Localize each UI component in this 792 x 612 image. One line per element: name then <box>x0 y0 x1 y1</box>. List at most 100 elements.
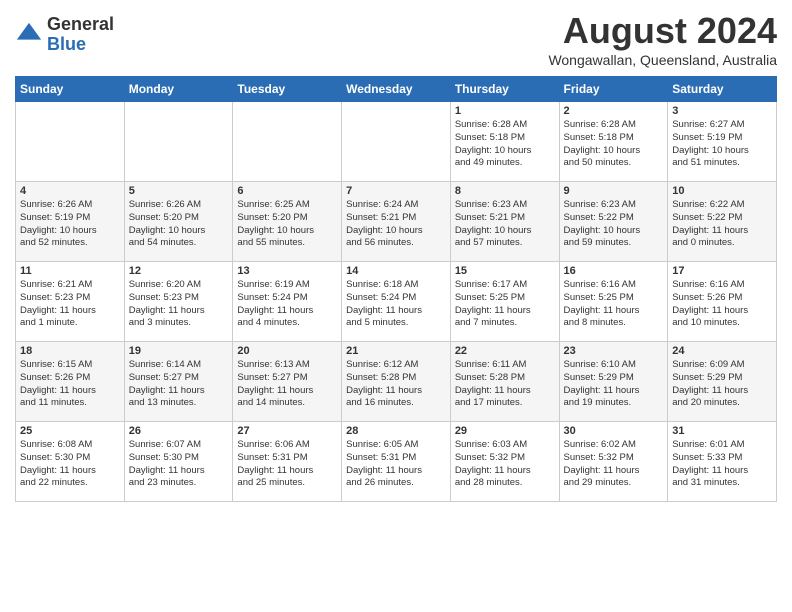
day-number: 25 <box>20 425 120 437</box>
day-number: 7 <box>346 185 446 197</box>
day-info: Sunrise: 6:25 AM Sunset: 5:20 PM Dayligh… <box>237 199 337 250</box>
calendar-week-row: 11 Sunrise: 6:21 AM Sunset: 5:23 PM Dayli… <box>16 262 777 342</box>
day-number: 12 <box>129 265 229 277</box>
day-info: Sunrise: 6:27 AM Sunset: 5:19 PM Dayligh… <box>672 119 772 170</box>
day-info: Sunrise: 6:14 AM Sunset: 5:27 PM Dayligh… <box>129 359 229 410</box>
day-info: Sunrise: 6:21 AM Sunset: 5:23 PM Dayligh… <box>20 279 120 330</box>
day-info: Sunrise: 6:13 AM Sunset: 5:27 PM Dayligh… <box>237 359 337 410</box>
day-info: Sunrise: 6:11 AM Sunset: 5:28 PM Dayligh… <box>455 359 555 410</box>
calendar-cell: 5Sunrise: 6:26 AM Sunset: 5:20 PM Daylig… <box>124 182 233 262</box>
calendar-cell: 21 Sunrise: 6:12 AM Sunset: 5:28 PM Dayli… <box>342 342 451 422</box>
weekday-header-friday: Friday <box>559 77 668 102</box>
calendar-cell: 23Sunrise: 6:10 AM Sunset: 5:29 PM Dayli… <box>559 342 668 422</box>
calendar-cell <box>233 102 342 182</box>
logo-text: General Blue <box>47 15 114 55</box>
day-number: 5 <box>129 185 229 197</box>
day-number: 30 <box>564 425 664 437</box>
day-info: Sunrise: 6:12 AM Sunset: 5:28 PM Dayligh… <box>346 359 446 410</box>
logo-general: General <box>47 15 114 35</box>
logo-blue: Blue <box>47 35 114 55</box>
day-info: Sunrise: 6:02 AM Sunset: 5:32 PM Dayligh… <box>564 439 664 490</box>
day-number: 20 <box>237 345 337 357</box>
day-number: 3 <box>672 105 772 117</box>
calendar-week-row: 4 Sunrise: 6:26 AM Sunset: 5:19 PM Daylig… <box>16 182 777 262</box>
calendar-cell: 31Sunrise: 6:01 AM Sunset: 5:33 PM Dayli… <box>668 422 777 502</box>
calendar-cell: 15 Sunrise: 6:17 AM Sunset: 5:25 PM Dayli… <box>450 262 559 342</box>
day-number: 16 <box>564 265 664 277</box>
day-info: Sunrise: 6:15 AM Sunset: 5:26 PM Dayligh… <box>20 359 120 410</box>
day-info: Sunrise: 6:19 AM Sunset: 5:24 PM Dayligh… <box>237 279 337 330</box>
calendar-cell: 14Sunrise: 6:18 AM Sunset: 5:24 PM Dayli… <box>342 262 451 342</box>
weekday-header-saturday: Saturday <box>668 77 777 102</box>
calendar-cell: 9 Sunrise: 6:23 AM Sunset: 5:22 PM Daylig… <box>559 182 668 262</box>
calendar-cell: 29Sunrise: 6:03 AM Sunset: 5:32 PM Dayli… <box>450 422 559 502</box>
day-number: 21 <box>346 345 446 357</box>
calendar-cell: 24 Sunrise: 6:09 AM Sunset: 5:29 PM Dayli… <box>668 342 777 422</box>
weekday-header-wednesday: Wednesday <box>342 77 451 102</box>
calendar-cell: 13 Sunrise: 6:19 AM Sunset: 5:24 PM Dayli… <box>233 262 342 342</box>
day-info: Sunrise: 6:28 AM Sunset: 5:18 PM Dayligh… <box>564 119 664 170</box>
calendar-header: SundayMondayTuesdayWednesdayThursdayFrid… <box>16 77 777 102</box>
day-number: 29 <box>455 425 555 437</box>
day-number: 11 <box>20 265 120 277</box>
day-number: 4 <box>20 185 120 197</box>
calendar-cell: 17 Sunrise: 6:16 AM Sunset: 5:26 PM Dayli… <box>668 262 777 342</box>
calendar-cell: 6 Sunrise: 6:25 AM Sunset: 5:20 PM Daylig… <box>233 182 342 262</box>
calendar-cell: 8 Sunrise: 6:23 AM Sunset: 5:21 PM Daylig… <box>450 182 559 262</box>
day-info: Sunrise: 6:22 AM Sunset: 5:22 PM Dayligh… <box>672 199 772 250</box>
day-number: 27 <box>237 425 337 437</box>
day-info: Sunrise: 6:28 AM Sunset: 5:18 PM Dayligh… <box>455 119 555 170</box>
day-number: 6 <box>237 185 337 197</box>
day-number: 17 <box>672 265 772 277</box>
weekday-header-row: SundayMondayTuesdayWednesdayThursdayFrid… <box>16 77 777 102</box>
day-info: Sunrise: 6:07 AM Sunset: 5:30 PM Dayligh… <box>129 439 229 490</box>
calendar-week-row: 1 Sunrise: 6:28 AM Sunset: 5:18 PM Daylig… <box>16 102 777 182</box>
calendar-cell: 10 Sunrise: 6:22 AM Sunset: 5:22 PM Dayli… <box>668 182 777 262</box>
day-number: 8 <box>455 185 555 197</box>
day-number: 13 <box>237 265 337 277</box>
day-number: 31 <box>672 425 772 437</box>
day-info: Sunrise: 6:05 AM Sunset: 5:31 PM Dayligh… <box>346 439 446 490</box>
day-info: Sunrise: 6:17 AM Sunset: 5:25 PM Dayligh… <box>455 279 555 330</box>
day-info: Sunrise: 6:26 AM Sunset: 5:19 PM Dayligh… <box>20 199 120 250</box>
calendar-body: 1 Sunrise: 6:28 AM Sunset: 5:18 PM Daylig… <box>16 102 777 502</box>
calendar-cell: 11 Sunrise: 6:21 AM Sunset: 5:23 PM Dayli… <box>16 262 125 342</box>
day-info: Sunrise: 6:23 AM Sunset: 5:21 PM Dayligh… <box>455 199 555 250</box>
day-number: 23 <box>564 345 664 357</box>
weekday-header-tuesday: Tuesday <box>233 77 342 102</box>
day-number: 19 <box>129 345 229 357</box>
day-number: 15 <box>455 265 555 277</box>
calendar-cell <box>16 102 125 182</box>
calendar-cell: 28 Sunrise: 6:05 AM Sunset: 5:31 PM Dayli… <box>342 422 451 502</box>
day-number: 24 <box>672 345 772 357</box>
day-info: Sunrise: 6:09 AM Sunset: 5:29 PM Dayligh… <box>672 359 772 410</box>
day-number: 2 <box>564 105 664 117</box>
day-number: 9 <box>564 185 664 197</box>
calendar-cell <box>342 102 451 182</box>
day-number: 10 <box>672 185 772 197</box>
calendar-cell: 26 Sunrise: 6:07 AM Sunset: 5:30 PM Dayli… <box>124 422 233 502</box>
day-number: 28 <box>346 425 446 437</box>
calendar-cell: 20 Sunrise: 6:13 AM Sunset: 5:27 PM Dayli… <box>233 342 342 422</box>
day-info: Sunrise: 6:23 AM Sunset: 5:22 PM Dayligh… <box>564 199 664 250</box>
page-header: General Blue August 2024 Wongawallan, Qu… <box>15 10 777 68</box>
calendar-cell <box>124 102 233 182</box>
calendar-cell: 18 Sunrise: 6:15 AM Sunset: 5:26 PM Dayli… <box>16 342 125 422</box>
weekday-header-thursday: Thursday <box>450 77 559 102</box>
day-number: 26 <box>129 425 229 437</box>
day-number: 1 <box>455 105 555 117</box>
calendar-cell: 27Sunrise: 6:06 AM Sunset: 5:31 PM Dayli… <box>233 422 342 502</box>
calendar-table: SundayMondayTuesdayWednesdayThursdayFrid… <box>15 76 777 502</box>
calendar-week-row: 25Sunrise: 6:08 AM Sunset: 5:30 PM Dayli… <box>16 422 777 502</box>
weekday-header-sunday: Sunday <box>16 77 125 102</box>
day-number: 18 <box>20 345 120 357</box>
calendar-week-row: 18 Sunrise: 6:15 AM Sunset: 5:26 PM Dayli… <box>16 342 777 422</box>
calendar-cell: 7Sunrise: 6:24 AM Sunset: 5:21 PM Daylig… <box>342 182 451 262</box>
calendar-cell: 1 Sunrise: 6:28 AM Sunset: 5:18 PM Daylig… <box>450 102 559 182</box>
calendar-cell: 19 Sunrise: 6:14 AM Sunset: 5:27 PM Dayli… <box>124 342 233 422</box>
calendar-cell: 12Sunrise: 6:20 AM Sunset: 5:23 PM Dayli… <box>124 262 233 342</box>
calendar-cell: 30 Sunrise: 6:02 AM Sunset: 5:32 PM Dayli… <box>559 422 668 502</box>
calendar-cell: 2 Sunrise: 6:28 AM Sunset: 5:18 PM Daylig… <box>559 102 668 182</box>
month-year-title: August 2024 <box>548 10 777 52</box>
day-info: Sunrise: 6:16 AM Sunset: 5:26 PM Dayligh… <box>672 279 772 330</box>
